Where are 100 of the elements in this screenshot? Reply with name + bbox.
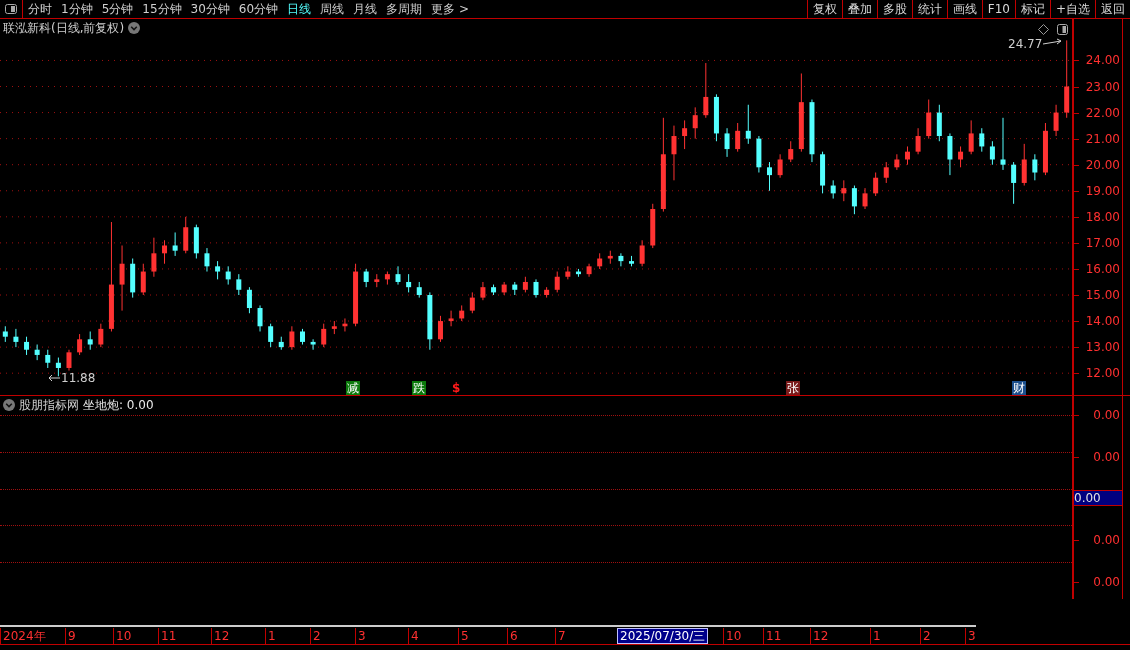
chart-marker: 跌: [412, 381, 426, 395]
candlestick: [671, 125, 677, 181]
candlestick: [140, 263, 146, 296]
candlestick: [204, 247, 210, 273]
candlestick: [119, 244, 125, 312]
period-tab[interactable]: 更多 >: [431, 0, 469, 18]
panel-toggle-icon[interactable]: [1057, 24, 1068, 35]
candlestick: [45, 349, 51, 369]
price-axis-label: 20.00: [1085, 158, 1120, 171]
time-axis-label: 9: [65, 628, 76, 644]
time-axis-label: 10: [723, 628, 742, 644]
candlestick: [437, 315, 443, 343]
price-axis-label: 23.00: [1085, 80, 1120, 93]
indicator-axis-label: 0.00: [1093, 576, 1120, 588]
candlestick: [66, 349, 72, 372]
price-axis-label: 14.00: [1085, 315, 1120, 328]
period-tab[interactable]: 15分钟: [142, 0, 182, 18]
period-tab[interactable]: 月线: [353, 0, 378, 18]
candlestick: [98, 323, 104, 348]
period-tab[interactable]: 60分钟: [238, 0, 279, 18]
period-tab[interactable]: 1分钟: [61, 0, 93, 18]
toolbar-button[interactable]: 复权: [806, 0, 842, 18]
period-tab[interactable]: 分时: [28, 0, 52, 18]
candlestick: [87, 330, 93, 351]
candlestick: [395, 265, 401, 286]
candlestick: [257, 304, 263, 332]
period-tab[interactable]: 30分钟: [190, 0, 230, 18]
price-axis-label: 22.00: [1085, 106, 1120, 119]
time-axis-label: 7: [555, 628, 566, 644]
candlestick: [1032, 153, 1038, 181]
period-tab[interactable]: 多周期: [386, 0, 423, 18]
price-axis-label: 15.00: [1085, 289, 1120, 301]
toolbar-button[interactable]: 多股: [876, 0, 912, 18]
toolbar-button[interactable]: 标记: [1014, 0, 1050, 18]
period-tab[interactable]: 周线: [320, 0, 345, 18]
time-axis-label: 12: [211, 628, 230, 644]
indicator-axis-label: 0.00: [1093, 534, 1120, 546]
candlestick: [904, 145, 910, 166]
toolbar-button[interactable]: 叠加: [841, 0, 877, 18]
candlestick: [915, 127, 921, 155]
period-tab[interactable]: 日线: [287, 0, 312, 18]
toolbar-button[interactable]: 返回: [1095, 0, 1130, 18]
candlestick: [448, 310, 454, 327]
price-axis-label: 24.00: [1085, 54, 1120, 67]
candlestick: [968, 119, 974, 155]
time-axis-label: 12: [810, 628, 829, 644]
candlestick: [735, 122, 741, 153]
candlestick: [1021, 143, 1027, 187]
chart-marker: 减: [346, 381, 360, 395]
toolbar-button[interactable]: F10: [981, 0, 1015, 18]
arrow-icon: [48, 374, 60, 382]
candlestick: [788, 140, 794, 163]
candlestick: [639, 239, 645, 267]
candlestick: [926, 99, 932, 140]
candlestick: [618, 252, 624, 267]
candlestick: [172, 231, 178, 257]
arrow-icon: [1043, 38, 1062, 46]
candlestick: [1053, 104, 1059, 137]
low-price-label: 11.88: [61, 372, 96, 384]
period-tab[interactable]: 5分钟: [101, 0, 134, 18]
candlestick: [947, 132, 953, 176]
candlestick: [246, 286, 252, 314]
candlestick: [873, 172, 879, 197]
candlestick: [183, 216, 189, 254]
candlestick: [268, 323, 274, 348]
toolbar-button[interactable]: +自选: [1049, 0, 1095, 18]
candlestick: [724, 127, 730, 158]
price-axis-label: 13.00: [1085, 341, 1120, 354]
time-axis-label: 3: [965, 628, 976, 644]
toolbar-button[interactable]: 画线: [946, 0, 982, 18]
candlestick: [162, 239, 168, 265]
candlestick: [469, 291, 475, 314]
time-axis-label: 2: [310, 628, 321, 644]
chart-marker: 财: [1012, 381, 1026, 395]
candlestick: [533, 278, 539, 299]
time-axis-label: 10: [113, 628, 132, 644]
candlestick: [777, 153, 783, 179]
candlestick: [554, 271, 560, 293]
candlestick: [363, 268, 369, 288]
candlestick: [77, 333, 83, 356]
panel-toggle-icon[interactable]: [5, 4, 17, 14]
diamond-icon[interactable]: [1038, 24, 1049, 35]
time-axis-label: 2024年: [0, 628, 46, 644]
candlestick: [480, 281, 486, 301]
indicator-name: 股朋指标网: [19, 397, 79, 414]
candlestick: [151, 237, 157, 278]
candlestick: [310, 338, 316, 351]
candlestick: [406, 273, 412, 293]
indicator-reading: 坐地炮: 0.00: [83, 397, 154, 414]
chevron-down-icon[interactable]: [3, 399, 15, 411]
time-axis-label: 3: [355, 628, 366, 644]
price-axis-label: 21.00: [1085, 132, 1120, 145]
chevron-down-icon[interactable]: [128, 22, 141, 34]
price-axis-label: 16.00: [1085, 262, 1120, 275]
candlestick: [682, 119, 688, 150]
time-axis-label: 4: [408, 628, 419, 644]
time-axis-label: 11: [763, 628, 782, 644]
toolbar-button[interactable]: 统计: [911, 0, 947, 18]
candlestick: [225, 265, 231, 286]
chart-title: 联泓新科(日线,前复权): [3, 20, 125, 37]
